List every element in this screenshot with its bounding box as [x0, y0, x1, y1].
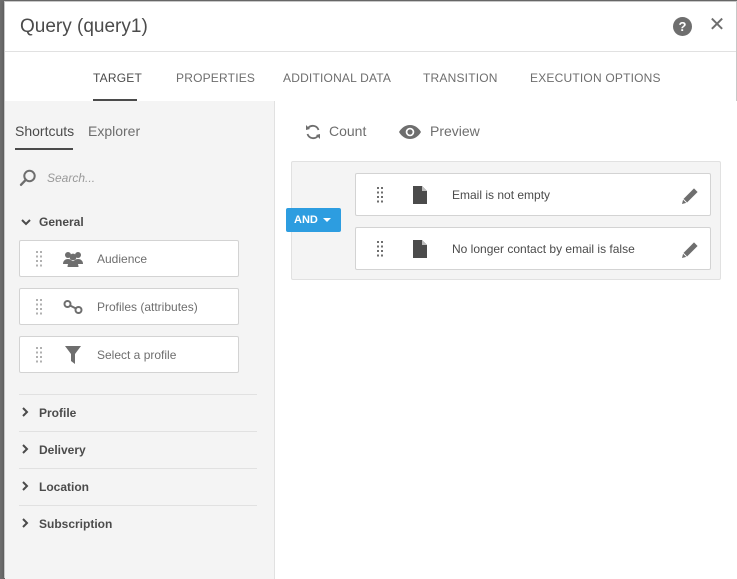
query-editor-panel: Count Preview AND Email is not empty No …: [275, 101, 737, 579]
tab-bar: TARGET PROPERTIES ADDITIONAL DATA TRANSI…: [5, 52, 736, 101]
drag-handle-icon: [36, 347, 42, 363]
document-icon: [413, 186, 427, 204]
divider: [19, 431, 257, 432]
drag-handle-icon: [36, 251, 42, 267]
active-subtab-indicator: [15, 148, 73, 150]
count-label: Count: [329, 123, 367, 139]
operator-dropdown[interactable]: AND: [286, 208, 341, 232]
section-location-label: Location: [39, 480, 89, 494]
divider: [19, 505, 257, 506]
shortcut-profiles-attributes-label: Profiles (attributes): [97, 300, 198, 314]
eye-icon: [399, 125, 421, 140]
drag-handle-icon: [377, 187, 383, 203]
shortcuts-panel: Shortcuts Explorer General Audience: [5, 101, 275, 579]
divider: [19, 394, 257, 395]
section-general-label: General: [39, 215, 84, 229]
shortcut-audience-label: Audience: [97, 252, 148, 266]
drag-handle-icon: [36, 299, 42, 315]
subtab-shortcuts[interactable]: Shortcuts: [15, 123, 74, 139]
filter-icon: [65, 346, 81, 364]
help-button[interactable]: ?: [673, 17, 692, 36]
shortcut-profiles-attributes[interactable]: Profiles (attributes): [19, 288, 239, 325]
section-delivery-label: Delivery: [39, 443, 86, 457]
dialog-title: Query (query1): [20, 16, 148, 37]
chevron-right-icon: [22, 407, 29, 417]
section-profile[interactable]: Profile: [21, 406, 76, 420]
edit-pencil-icon[interactable]: [680, 240, 700, 260]
preview-button[interactable]: Preview: [398, 123, 480, 140]
section-subscription[interactable]: Subscription: [21, 517, 112, 531]
section-delivery[interactable]: Delivery: [21, 443, 86, 457]
refresh-icon: [306, 125, 320, 140]
query-dialog: Query (query1) ? ✕ TARGET PROPERTIES ADD…: [4, 1, 737, 579]
chevron-right-icon: [22, 518, 29, 528]
tab-properties[interactable]: PROPERTIES: [176, 71, 255, 85]
tab-target[interactable]: TARGET: [93, 71, 142, 85]
title-bar: Query (query1) ? ✕: [5, 2, 736, 52]
chevron-down-icon: [21, 219, 31, 226]
section-general[interactable]: General: [21, 215, 84, 229]
rule-item[interactable]: No longer contact by email is false: [355, 227, 711, 270]
shortcut-select-a-profile-label: Select a profile: [97, 348, 177, 362]
count-button[interactable]: Count: [305, 123, 366, 140]
close-button[interactable]: ✕: [708, 15, 726, 35]
section-subscription-label: Subscription: [39, 517, 113, 531]
profiles-attributes-icon: [63, 300, 83, 314]
shortcut-select-a-profile[interactable]: Select a profile: [19, 336, 239, 373]
preview-label: Preview: [430, 123, 480, 139]
rule-label: Email is not empty: [452, 188, 551, 202]
edit-pencil-icon[interactable]: [680, 186, 700, 206]
document-icon: [413, 240, 427, 258]
tab-additional-data[interactable]: ADDITIONAL DATA: [283, 71, 391, 85]
search-box: [19, 165, 255, 191]
shortcut-audience[interactable]: Audience: [19, 240, 239, 277]
audience-icon: [63, 252, 83, 267]
rule-label: No longer contact by email is false: [452, 242, 635, 256]
divider: [19, 468, 257, 469]
caret-down-icon: [322, 218, 331, 223]
chevron-right-icon: [22, 444, 29, 454]
tab-execution-options[interactable]: EXECUTION OPTIONS: [530, 71, 661, 85]
tab-transition[interactable]: TRANSITION: [423, 71, 498, 85]
section-profile-label: Profile: [39, 406, 77, 420]
section-location[interactable]: Location: [21, 480, 89, 494]
operator-label: AND: [294, 214, 318, 226]
search-icon: [19, 169, 36, 187]
search-input[interactable]: [47, 168, 247, 188]
subtab-explorer[interactable]: Explorer: [88, 123, 140, 139]
chevron-right-icon: [22, 481, 29, 491]
rule-item[interactable]: Email is not empty: [355, 173, 711, 216]
rule-group: AND Email is not empty No longer contact…: [286, 161, 721, 280]
drag-handle-icon: [377, 241, 383, 257]
